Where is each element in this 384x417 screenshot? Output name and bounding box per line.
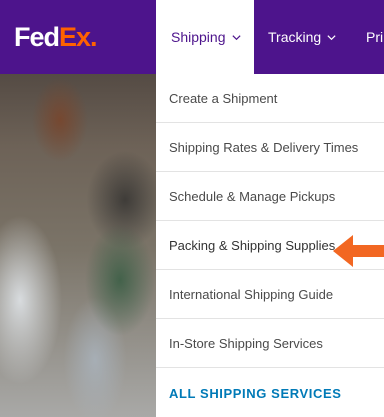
menu-item-instore-services[interactable]: In-Store Shipping Services — [156, 319, 384, 368]
menu-item-create-shipment[interactable]: Create a Shipment — [156, 74, 384, 123]
menu-item-label: Schedule & Manage Pickups — [169, 188, 336, 204]
menu-item-international-guide[interactable]: International Shipping Guide — [156, 270, 384, 319]
menu-item-pickups[interactable]: Schedule & Manage Pickups — [156, 172, 384, 221]
menu-item-label: In-Store Shipping Services — [169, 335, 323, 351]
all-shipping-services-link[interactable]: ALL SHIPPING SERVICES — [156, 370, 384, 417]
menu-item-label: International Shipping Guide — [169, 286, 334, 302]
menu-item-label: Create a Shipment — [169, 90, 278, 106]
tab-tracking[interactable]: Tracking — [254, 0, 350, 74]
tab-shipping[interactable]: Shipping — [156, 0, 254, 74]
menu-item-rates-delivery[interactable]: Shipping Rates & Delivery Times — [156, 123, 384, 172]
logo-dot: . — [90, 22, 97, 52]
tab-tracking-label: Tracking — [268, 29, 322, 45]
tab-print[interactable]: Pri — [350, 0, 384, 74]
logo-fed: Fed — [14, 22, 60, 52]
menu-item-label: Shipping Rates & Delivery Times — [169, 139, 359, 155]
arrow-left-icon — [333, 235, 384, 267]
chevron-down-icon — [327, 34, 336, 40]
tab-shipping-label: Shipping — [171, 29, 226, 45]
menu-item-label: Packing & Shipping Supplies — [169, 237, 336, 253]
chevron-down-icon — [231, 34, 241, 40]
logo-ex: Ex — [59, 22, 91, 52]
tab-print-label: Pri — [366, 29, 384, 45]
site-header: FedEx. Shipping Tracking Pri — [0, 0, 384, 74]
all-shipping-services-label: ALL SHIPPING SERVICES — [169, 386, 342, 401]
fedex-logo[interactable]: FedEx. — [14, 22, 97, 52]
